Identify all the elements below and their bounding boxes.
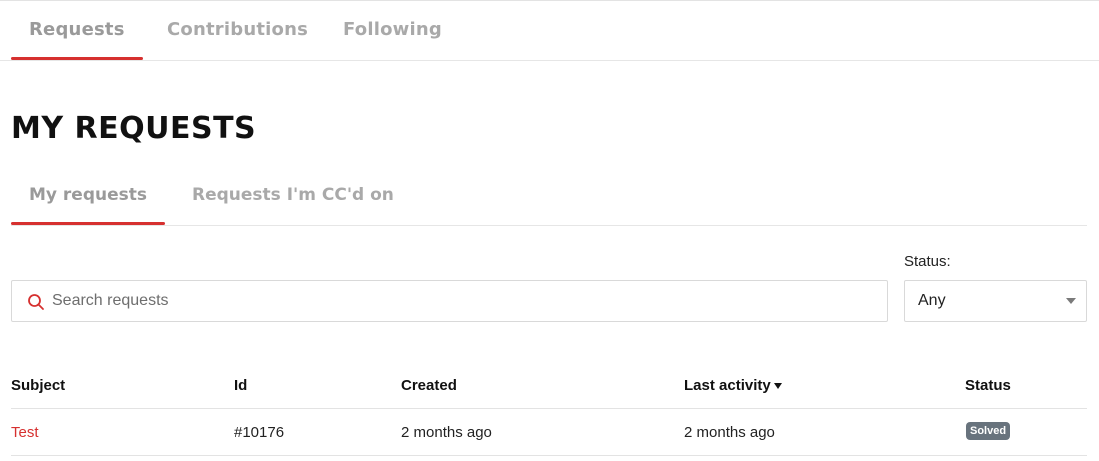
column-header-status[interactable]: Status: [965, 377, 1011, 394]
chevron-down-icon: [1066, 298, 1076, 304]
page-title: MY REQUESTS: [11, 111, 257, 146]
tab-my-requests[interactable]: My requests: [11, 166, 165, 225]
tab-following[interactable]: Following: [343, 1, 442, 60]
status-select[interactable]: Any: [904, 280, 1087, 322]
requests-sub-navigation: My requests Requests I'm CC'd on: [11, 166, 1087, 226]
sort-descending-icon: [773, 383, 782, 390]
column-header-last-activity-label: Last activity: [684, 377, 771, 394]
request-last-activity: 2 months ago: [684, 424, 775, 441]
table-header: Subject Id Created Last activity Status: [11, 363, 1087, 409]
request-created: 2 months ago: [401, 424, 492, 441]
column-header-last-activity[interactable]: Last activity: [684, 377, 782, 394]
status-badge: Solved: [966, 422, 1011, 440]
search-icon: [28, 294, 44, 310]
top-navigation: Requests Contributions Following: [0, 1, 1099, 61]
tab-requests-cc[interactable]: Requests I'm CC'd on: [192, 166, 394, 225]
tab-contributions[interactable]: Contributions: [167, 1, 308, 60]
column-header-id[interactable]: Id: [234, 377, 247, 394]
status-select-value: Any: [918, 292, 946, 309]
column-header-subject[interactable]: Subject: [11, 377, 65, 394]
search-input[interactable]: [52, 281, 872, 321]
requests-table: Subject Id Created Last activity Status …: [11, 363, 1087, 456]
tab-requests[interactable]: Requests: [11, 1, 143, 60]
request-subject-link[interactable]: Test: [11, 424, 39, 441]
search-box: [11, 280, 888, 322]
column-header-created[interactable]: Created: [401, 377, 457, 394]
table-row: Test #10176 2 months ago 2 months ago So…: [11, 409, 1087, 456]
request-id: #10176: [234, 424, 285, 441]
status-filter-label: Status:: [904, 253, 951, 270]
